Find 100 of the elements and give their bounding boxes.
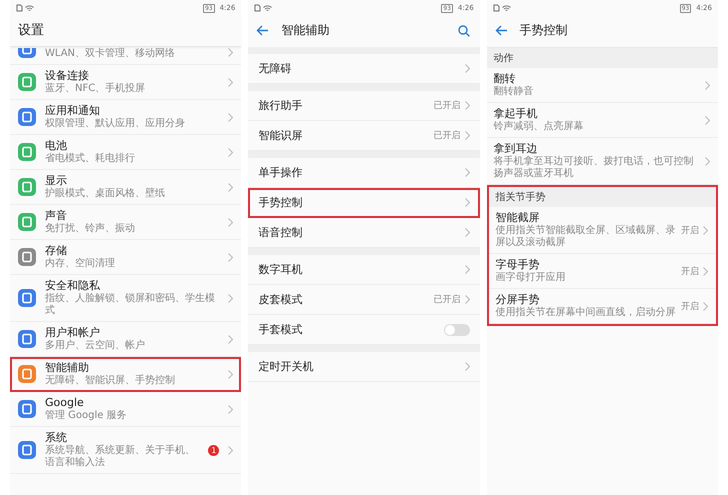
chevron-icon (464, 131, 470, 140)
item-subtitle: 权限管理、默认应用、应用分身 (45, 118, 186, 130)
category-icon (18, 365, 36, 383)
screen-title: 设置 (10, 16, 242, 47)
chevron-icon (228, 148, 234, 156)
chevron-icon (228, 334, 234, 344)
section-header: 动作 (486, 48, 718, 68)
item-title: 声音 (45, 209, 68, 222)
settings-item[interactable]: 应用和通知 权限管理、默认应用、应用分身 (10, 100, 242, 135)
chevron-icon (228, 218, 234, 226)
chevron-icon (464, 265, 470, 274)
screen-title: 智能辅助 (281, 22, 330, 39)
item-subtitle: 系统导航、系统更新、关于手机、语言和输入法 (45, 445, 196, 469)
item-title: 应用和通知 (45, 104, 101, 118)
item-title: Google (45, 396, 85, 410)
category-icon (18, 48, 36, 58)
item-subtitle: 省电模式、耗电排行 (45, 153, 136, 165)
chevron-icon (464, 64, 470, 73)
chevron-icon (702, 302, 708, 310)
menu-item[interactable]: 手势控制 (248, 188, 480, 218)
category-icon (18, 400, 36, 418)
menu-item[interactable]: 单手操作 (248, 158, 480, 188)
chevron-icon (228, 182, 234, 192)
settings-item[interactable]: 设备连接 蓝牙、NFC、手机投屏 (10, 65, 242, 100)
settings-item[interactable]: 存储 内存、空间清理 (10, 240, 242, 275)
item-title: 翻转 (494, 72, 517, 86)
settings-item[interactable]: Google 管理 Google 服务 (10, 392, 242, 427)
chevron-icon (228, 294, 234, 302)
chevron-icon (228, 404, 234, 414)
gesture-item[interactable]: 拿到耳边 将手机拿至耳边可接听、拨打电话，也可控制扬声器或蓝牙耳机 (486, 138, 718, 185)
item-title: 拿起手机 (494, 107, 539, 120)
chevron-icon (704, 156, 710, 166)
sim-card-icon (16, 4, 23, 12)
item-subtitle: 画字母打开应用 (496, 272, 567, 284)
back-icon[interactable] (256, 25, 270, 36)
search-icon[interactable] (458, 24, 470, 36)
category-icon (18, 73, 36, 91)
chevron-icon (228, 446, 234, 454)
chevron-icon (228, 252, 234, 262)
item-title: 存储 (45, 244, 68, 258)
settings-item[interactable]: 系统 系统导航、系统更新、关于手机、语言和输入法 1 (10, 427, 242, 474)
item-subtitle: 指纹、人脸解锁、锁屏和密码、学生模式 (45, 293, 216, 317)
status-value: 已开启 (434, 130, 461, 142)
gesture-item[interactable]: 拿起手机 铃声减弱、点亮屏幕 (486, 103, 718, 138)
item-title: 显示 (45, 174, 68, 188)
menu-item[interactable]: 定时开关机 (248, 352, 480, 382)
chevron-icon (464, 168, 470, 177)
back-icon[interactable] (494, 25, 508, 36)
category-icon (18, 108, 36, 126)
chevron-icon (702, 266, 708, 276)
settings-item[interactable]: 声音 免打扰、铃声、振动 (10, 205, 242, 240)
item-subtitle: 护眼模式、桌面风格、壁纸 (45, 188, 166, 200)
section-header: 指关节手势 (488, 187, 716, 207)
category-icon (18, 289, 36, 307)
status-value: 开启 (680, 266, 699, 278)
item-title: 分屏手势 (496, 293, 541, 306)
settings-item[interactable]: 智能辅助 无障碍、智能识屏、手势控制 (10, 357, 242, 392)
chevron-icon (704, 80, 710, 90)
item-subtitle: 使用指关节在屏幕中间画直线，启动分屏 (496, 307, 677, 319)
item-title: 字母手势 (496, 258, 541, 272)
item-subtitle: 将手机拿至耳边可接听、拨打电话，也可控制扬声器或蓝牙耳机 (494, 156, 695, 180)
status-value: 已开启 (434, 294, 461, 306)
item-subtitle: 使用指关节智能截取全屏、区域截屏、录屏以及滚动截屏 (496, 225, 677, 249)
settings-item[interactable]: 显示 护眼模式、桌面风格、壁纸 (10, 170, 242, 205)
item-title: 安全和隐私 (45, 279, 101, 292)
wifi-icon (502, 4, 511, 12)
item-title: 设备连接 (45, 69, 90, 82)
gesture-item[interactable]: 智能截屏 使用指关节智能截取全屏、区域截屏、录屏以及滚动截屏 开启 (488, 207, 716, 254)
chevron-icon (464, 295, 470, 304)
sim-card-icon (254, 4, 262, 12)
item-title: 电池 (45, 139, 68, 152)
status-value: 开启 (680, 300, 699, 312)
menu-item[interactable]: 旅行助手 已开启 (248, 91, 480, 121)
gesture-item[interactable]: 翻转 翻转静音 (486, 68, 718, 103)
chevron-icon (702, 226, 708, 234)
category-icon (18, 213, 36, 231)
category-icon (18, 178, 36, 196)
category-icon (18, 248, 36, 266)
category-icon (18, 143, 36, 161)
item-subtitle: 铃声减弱、点亮屏幕 (494, 121, 585, 133)
notification-badge: 1 (208, 444, 220, 456)
wifi-icon (263, 4, 272, 12)
chevron-icon (464, 362, 470, 371)
menu-item[interactable]: 皮套模式 已开启 (248, 285, 480, 315)
chevron-icon (464, 228, 470, 237)
chevron-icon (464, 198, 470, 207)
settings-item[interactable]: 安全和隐私 指纹、人脸解锁、锁屏和密码、学生模式 (10, 275, 242, 322)
screen-title: 手势控制 (520, 22, 568, 39)
menu-item[interactable]: 数字耳机 (248, 255, 480, 285)
settings-item[interactable]: 电池 省电模式、耗电排行 (10, 135, 242, 170)
item-subtitle: 免打扰、铃声、振动 (45, 223, 136, 235)
chevron-icon (704, 116, 710, 124)
toggle-switch[interactable] (444, 324, 470, 336)
item-subtitle: 内存、空间清理 (45, 258, 116, 270)
settings-item[interactable]: 用户和帐户 多用户、云空间、帐户 (10, 322, 242, 357)
item-title: 智能辅助 (45, 361, 90, 374)
chevron-icon (228, 112, 234, 122)
status-value: 开启 (680, 224, 699, 236)
item-title: 拿到耳边 (494, 142, 539, 156)
gesture-item[interactable]: 字母手势 画字母打开应用 开启 (488, 254, 716, 289)
